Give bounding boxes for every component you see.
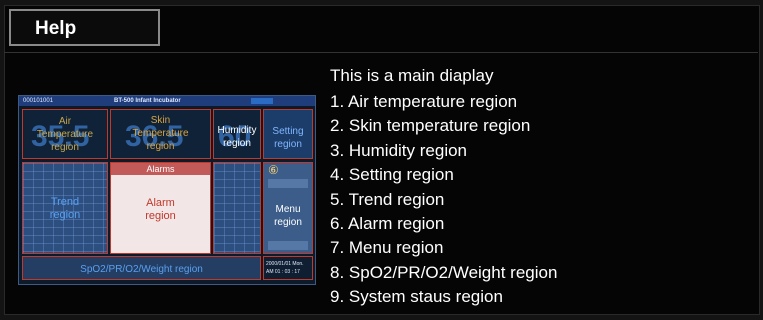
region-item: 9. System staus region xyxy=(330,287,503,307)
region-item: 2. Skin temperature region xyxy=(330,116,531,136)
humidity-panel: 60 Humidity region xyxy=(213,109,261,159)
menu-panel: ⑥ Menu region xyxy=(263,162,313,254)
region-item: 7. Menu region xyxy=(330,238,444,258)
menu-label: Menu region xyxy=(274,204,302,228)
help-tab[interactable]: Help xyxy=(9,9,160,46)
trend-label: Trend region xyxy=(49,196,81,221)
description-title: This is a main diaplay xyxy=(330,66,494,85)
trend-panel: Trend region xyxy=(22,162,108,254)
spo2-panel: SpO2/PR/O2/Weight region xyxy=(22,256,261,280)
air-temperature-panel: 35.5 Air Temperature region xyxy=(22,109,108,159)
spo2-label: SpO2/PR/O2/Weight region xyxy=(80,264,203,275)
device-id: 000101001 xyxy=(23,98,54,104)
region-item: 1. Air temperature region xyxy=(330,92,518,111)
device-model: BT-500 Infant Incubator xyxy=(114,98,181,104)
region-item: 3. Humidity region xyxy=(330,140,468,160)
humidity-label: Humidity region xyxy=(217,125,257,149)
region-item: 4. Setting region xyxy=(330,165,454,185)
air-temperature-label: Air Temperature region xyxy=(36,116,94,153)
setting-panel: Setting region xyxy=(263,109,313,159)
alarm-label: Alarm region xyxy=(145,197,176,222)
menu-slot xyxy=(268,179,308,188)
menu-slot xyxy=(268,241,308,250)
system-status-panel: 2000/01/01 Mon. AM 01 : 03 : 17 xyxy=(263,256,313,280)
skin-temperature-panel: 36.5 Skin Temperature region xyxy=(110,109,211,159)
region-list: 1. Air temperature region 2. Skin temper… xyxy=(330,90,557,310)
trend-panel-right xyxy=(213,162,261,254)
status-pill xyxy=(251,98,273,104)
system-clock: 2000/01/01 Mon. AM 01 : 03 : 17 xyxy=(266,261,304,275)
help-description: This is a main diaplay 1. Air temperatur… xyxy=(330,66,557,310)
setting-label: Setting region xyxy=(272,126,304,150)
thumbnail-status-bar: 000101001 BT-500 Infant Incubator xyxy=(19,96,315,106)
header-divider xyxy=(4,52,758,53)
region-item: 5. Trend region xyxy=(330,189,445,209)
region-item: 6. Alarm region xyxy=(330,214,445,234)
region-item: 8. SpO2/PR/O2/Weight region xyxy=(330,262,558,282)
skin-temperature-label: Skin Temperature region xyxy=(132,115,189,152)
menu-marker: ⑥ xyxy=(268,163,279,177)
alarm-panel: Alarms Alarm region xyxy=(110,162,211,254)
alarm-header: Alarms xyxy=(111,163,210,175)
main-display-thumbnail: 000101001 BT-500 Infant Incubator 35.5 A… xyxy=(18,95,316,285)
